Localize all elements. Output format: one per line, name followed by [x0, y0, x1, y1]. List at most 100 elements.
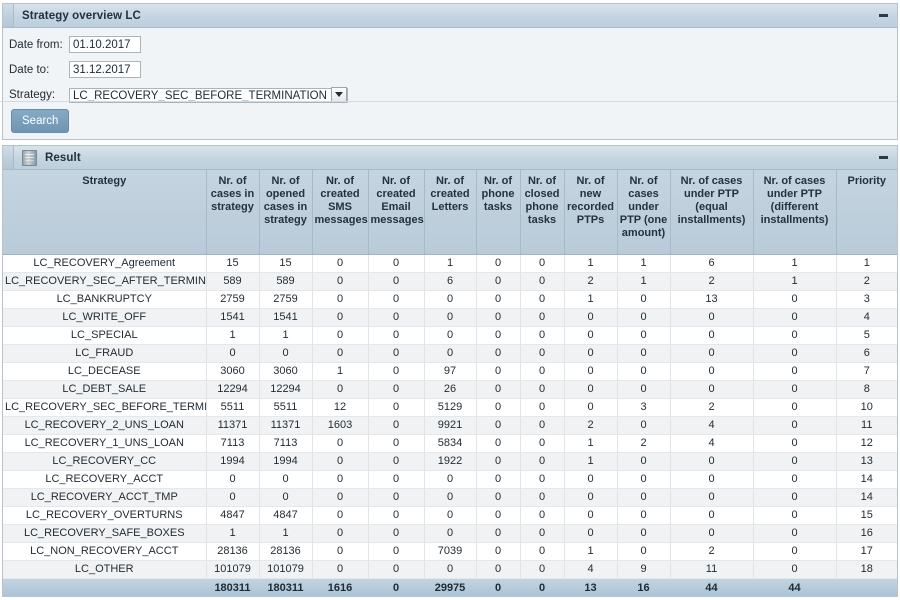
table-row[interactable]: LC_RECOVERY_ACCT_TMP 0 0 0 0 0 0 0 0 0 0 0 14 [3, 488, 897, 507]
table-row[interactable]: LC_RECOVERY_SEC_AFTER_TERMINATION5895890… [3, 272, 897, 291]
column-header[interactable]: Nr. of phone tasks [476, 170, 521, 255]
table-cell: 0 [476, 524, 521, 543]
table-cell: 0 [520, 326, 565, 345]
table-cell: 6 [424, 272, 477, 291]
table-cell: 0 [753, 344, 837, 363]
table-cell: 0 [259, 470, 313, 489]
column-header[interactable]: Nr. of opened cases in strategy [259, 170, 313, 255]
table-cell: 3060 [259, 362, 313, 381]
table-row[interactable]: LC_OTHER 101079 101079 0 0 0 0 0 4 9 11 0 18 [3, 560, 897, 579]
table-row[interactable]: LC_RECOVERY_ACCT 0 0 0 0 0 0 0 0 0 0 0 14 [3, 470, 897, 489]
table-cell: 2 [670, 272, 754, 291]
strategy-name-cell: LC_DECEASE [3, 362, 207, 381]
table-cell: 0 [670, 506, 754, 525]
table-cell: 4847 [206, 506, 260, 525]
table-cell: 0 [617, 362, 671, 381]
strategy-name-cell: LC_RECOVERY_SEC_BEFORE_TERMINATION [3, 398, 207, 417]
column-header[interactable]: Nr. of cases under PTP (one amount) [617, 170, 671, 255]
table-cell: 17 [836, 542, 897, 561]
table-cell: 0 [312, 344, 369, 363]
table-row[interactable]: LC_BANKRUPTCY 2759 2759 0 0 0 0 0 1 0 13 0 3 [3, 290, 897, 309]
table-cell: 0 [753, 470, 837, 489]
column-header[interactable]: Strategy [3, 170, 207, 255]
table-cell: 0 [368, 452, 425, 471]
table-cell: 0 [368, 326, 425, 345]
table-row[interactable]: LC_RECOVERY_SAFE_BOXES 1 1 0 0 0 0 0 0 0 0 0 16 [3, 524, 897, 543]
column-header[interactable]: Nr. of created Letters [424, 170, 477, 255]
minimize-result-panel-button[interactable] [875, 150, 891, 166]
table-body: LC_RECOVERY_Agreement 15 15 0 0 1 0 0 1 1 6 1 1 LC_RE… [3, 254, 897, 579]
strategy-name-cell: LC_RECOVERY_1_UNS_LOAN [3, 434, 207, 453]
table-cell: 0 [476, 344, 521, 363]
table-row[interactable]: LC_SPECIAL 1 1 0 0 0 0 0 0 0 0 0 5 [3, 326, 897, 345]
table-row[interactable]: LC_RECOVERY_Agreement 15 15 0 0 1 0 0 1 1 6 1 1 [3, 254, 897, 273]
table-row[interactable]: LC_RECOVERY_OVERTURNS 4847 4847 0 0 0 0 0 0 0 0 0 15 [3, 506, 897, 525]
table-cell: 11371 [259, 416, 313, 435]
table-cell: 10 [836, 398, 897, 417]
table-cell: 0 [368, 272, 425, 291]
table-head: Strategy Nr. of cases in strategy Nr. of o… [3, 170, 897, 255]
table-cell: 0 [368, 470, 425, 489]
table-cell: 0 [206, 488, 260, 507]
table-cell: 0 [753, 452, 837, 471]
column-header[interactable]: Priority [836, 170, 897, 255]
table-row[interactable]: LC_RECOVERY_1_UNS_LOAN 7113 7113 0 0 5834 0 0 1 2… [3, 434, 897, 453]
table-cell: 0 [617, 380, 671, 399]
table-cell: 0 [312, 560, 369, 579]
date-from-input[interactable] [69, 36, 141, 53]
table-cell: 0 [368, 290, 425, 309]
table-cell: 12294 [206, 380, 260, 399]
minimize-search-panel-button[interactable] [875, 8, 891, 24]
search-panel-header: Strategy overview LC [3, 4, 897, 28]
panel-accent-bar-result [3, 146, 14, 169]
table-cell: 0 [564, 362, 618, 381]
table-cell: 0 [368, 524, 425, 543]
table-cell: 0 [259, 344, 313, 363]
table-cell: 0 [520, 542, 565, 561]
table-row[interactable]: LC_RECOVERY_2_UNS_LOAN 11371 11371 1603 0 992… [3, 416, 897, 435]
result-table-container: Strategy Nr. of cases in strategy Nr. of o… [3, 170, 897, 596]
table-cell: 1 [617, 272, 671, 291]
table-cell: 0 [670, 488, 754, 507]
table-cell: 0 [753, 542, 837, 561]
table-cell: 0 [368, 362, 425, 381]
table-row[interactable]: LC_RECOVERY_SEC_BEFORE_TERMINATION551155… [3, 398, 897, 417]
table-row[interactable]: LC_DEBT_SALE 12294 12294 0 0 26 0 0 0 0 0 0 8 [3, 380, 897, 399]
table-cell: 0 [476, 560, 521, 579]
table-cell: 0 [670, 452, 754, 471]
table-cell: 0 [424, 560, 477, 579]
strategy-name-cell: LC_NON_RECOVERY_ACCT [3, 542, 207, 561]
column-header[interactable]: Nr. of cases under PTP (equal installmen… [670, 170, 754, 255]
table-cell: 0 [476, 470, 521, 489]
table-cell: 0 [368, 308, 425, 327]
table-cell: 0 [424, 344, 477, 363]
table-cell: 1 [259, 326, 313, 345]
table-row[interactable]: LC_FRAUD 0 0 0 0 0 0 0 0 0 0 0 6 [3, 344, 897, 363]
search-button[interactable]: Search [11, 109, 70, 133]
table-cell: 0 [520, 398, 565, 417]
column-header[interactable]: Nr. of closed phone tasks [520, 170, 565, 255]
table-row[interactable]: LC_RECOVERY_CC 1994 1994 0 0 1922 0 0 1 0 0 0 13 [3, 452, 897, 471]
chevron-down-icon[interactable] [330, 86, 347, 102]
table-cell: 14 [836, 470, 897, 489]
table-cell: 0 [753, 290, 837, 309]
table-cell: 0 [312, 452, 369, 471]
column-header[interactable]: Nr. of new recorded PTPs [564, 170, 618, 255]
table-row[interactable]: LC_WRITE_OFF 1541 1541 0 0 0 0 0 0 0 0 0 4 [3, 308, 897, 327]
panel-accent-bar [3, 4, 14, 27]
date-to-input[interactable] [69, 61, 141, 78]
column-header[interactable]: Nr. of created Email messages [368, 170, 425, 255]
table-cell: 589 [206, 272, 260, 291]
table-row[interactable]: LC_NON_RECOVERY_ACCT 28136 28136 0 0 7039 0 0 1 0… [3, 542, 897, 561]
table-cell: 0 [424, 470, 477, 489]
column-header[interactable]: Nr. of created SMS messages [312, 170, 369, 255]
table-cell: 1 [312, 362, 369, 381]
table-cell: 12 [836, 434, 897, 453]
result-panel-title: Result [45, 151, 81, 164]
column-header[interactable]: Nr. of cases under PTP (different instal… [753, 170, 837, 255]
table-cell: 0 [617, 506, 671, 525]
column-header[interactable]: Nr. of cases in strategy [206, 170, 260, 255]
totals-cell: 0 [520, 577, 564, 596]
table-row[interactable]: LC_DECEASE 3060 3060 1 0 97 0 0 0 0 0 0 7 [3, 362, 897, 381]
table-cell: 0 [312, 326, 369, 345]
